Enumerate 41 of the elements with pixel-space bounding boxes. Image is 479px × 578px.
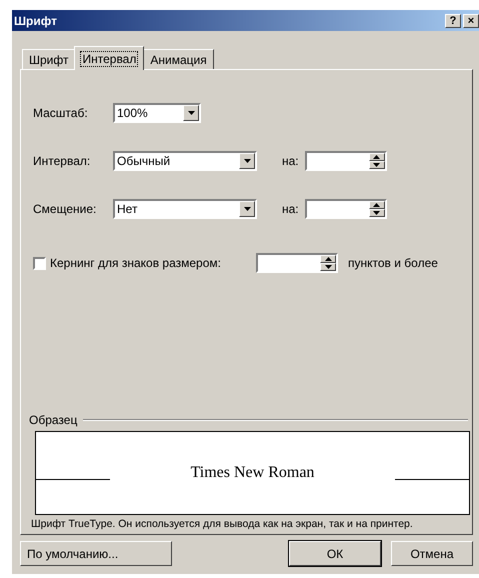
spin-down-button[interactable] bbox=[320, 263, 336, 271]
tab[interactable]: Интервал bbox=[74, 46, 144, 70]
sample-text: Times New Roman bbox=[190, 464, 314, 482]
down-arrow-icon bbox=[373, 163, 380, 167]
points-label: пунктов и более bbox=[348, 256, 438, 270]
spin-up-button[interactable] bbox=[368, 201, 385, 209]
spin-box[interactable] bbox=[304, 151, 387, 171]
kerning-label: Кернинг для знаков размером: bbox=[50, 256, 222, 270]
up-arrow-icon bbox=[373, 155, 380, 159]
dropdown-arrow-icon bbox=[244, 207, 250, 211]
tab[interactable]: Шрифт bbox=[22, 49, 76, 69]
position-label: Смещение: bbox=[33, 202, 98, 216]
up-arrow-icon bbox=[373, 203, 380, 207]
dialog-button[interactable]: Отмена bbox=[391, 541, 473, 566]
scale-dropdown[interactable]: 100% bbox=[113, 103, 201, 123]
by-label: на: bbox=[282, 154, 299, 168]
dropdown-arrow-icon bbox=[244, 159, 250, 163]
spin-up-button[interactable] bbox=[368, 153, 385, 161]
spin-down-button[interactable] bbox=[368, 161, 385, 169]
kerning-checkbox[interactable] bbox=[33, 256, 46, 270]
spin-box[interactable] bbox=[256, 253, 338, 273]
position-dropdown[interactable]: Нет bbox=[113, 199, 257, 219]
dropdown-arrow-icon bbox=[188, 111, 194, 115]
down-arrow-icon bbox=[373, 211, 380, 215]
down-arrow-icon bbox=[324, 265, 332, 269]
group-title: Образец bbox=[29, 413, 78, 427]
tab[interactable]: Анимация bbox=[143, 49, 214, 69]
by-label: на: bbox=[282, 202, 299, 216]
font-description: Шрифт TrueType. Он используется для вывода как на экран, так и на принтер. bbox=[31, 518, 414, 530]
window-title: Шрифт bbox=[14, 14, 57, 28]
scale-label: Масштаб: bbox=[33, 106, 89, 120]
dialog-button[interactable]: По умолчанию... bbox=[20, 541, 172, 566]
spin-down-button[interactable] bbox=[368, 209, 385, 217]
spin-up-button[interactable] bbox=[320, 255, 336, 263]
help-button[interactable]: ? bbox=[445, 14, 461, 28]
spacing-label: Интервал: bbox=[33, 154, 92, 168]
up-arrow-icon bbox=[324, 257, 332, 261]
spin-box[interactable] bbox=[304, 199, 387, 219]
spacing-dropdown[interactable]: Обычный bbox=[113, 151, 257, 171]
dialog-button[interactable]: ОК bbox=[289, 541, 381, 566]
close-button[interactable]: × bbox=[463, 14, 479, 28]
